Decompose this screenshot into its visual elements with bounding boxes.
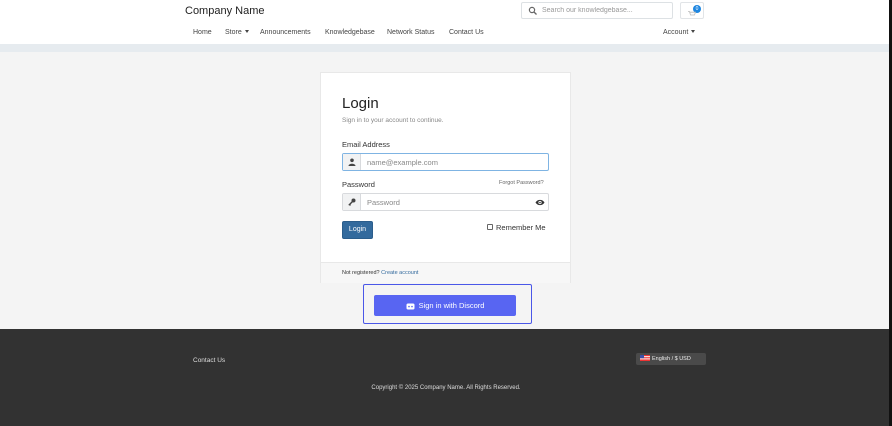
login-button[interactable]: Login — [342, 221, 373, 239]
page-title: Login — [342, 95, 379, 112]
footer-contact-link[interactable]: Contact Us — [193, 357, 225, 364]
language-label: English / $ USD — [652, 356, 691, 362]
email-label: Email Address — [342, 140, 390, 149]
password-input[interactable] — [367, 196, 527, 208]
register-prompt: Not registered? Create account — [342, 270, 418, 276]
header-divider — [0, 44, 892, 52]
brand-name[interactable]: Company Name — [185, 5, 264, 17]
cart-icon — [688, 11, 696, 16]
forgot-password-link[interactable]: Forgot Password? — [499, 180, 544, 186]
copyright-text: Copyright © 2025 Company Name. All Right… — [371, 385, 521, 391]
nav-item-label: Store — [225, 29, 242, 36]
checkbox-box[interactable] — [487, 224, 493, 230]
login-card: Login Sign in to your account to continu… — [320, 72, 571, 283]
nav-item-label: Home — [193, 29, 212, 36]
nav-item-label: Knowledgebase — [325, 29, 375, 36]
nav-item-home[interactable]: Home — [193, 29, 212, 36]
user-icon — [348, 158, 356, 166]
password-field[interactable] — [342, 193, 549, 211]
email-field[interactable] — [342, 153, 549, 171]
nav-item-account[interactable]: Account — [663, 29, 696, 36]
remember-me-checkbox[interactable]: Remember Me — [487, 223, 546, 232]
discord-icon — [406, 303, 415, 310]
nav-item-label: Contact Us — [449, 29, 484, 36]
register-prompt-text: Not registered? — [342, 270, 380, 276]
login-subtitle: Sign in to your account to continue. — [342, 117, 444, 124]
nav-item-knowledgebase[interactable]: Knowledgebase — [325, 29, 375, 36]
search-input[interactable] — [542, 4, 670, 17]
remember-me-label: Remember Me — [496, 223, 546, 232]
create-account-link[interactable]: Create account — [381, 270, 418, 276]
eye-icon[interactable] — [535, 199, 545, 206]
search-icon — [528, 6, 537, 15]
password-label: Password — [342, 180, 375, 189]
main-nav: Home Store Announcements Knowledgebase N… — [0, 26, 892, 40]
password-addon — [343, 194, 361, 210]
nav-item-label: Announcements — [260, 29, 311, 36]
nav-item-label: Network Status — [387, 29, 435, 36]
knowledgebase-search[interactable] — [521, 2, 673, 19]
key-icon — [348, 198, 356, 206]
nav-item-contact-us[interactable]: Contact Us — [449, 29, 484, 36]
discord-signin-button[interactable]: Sign in with Discord — [374, 295, 516, 316]
chevron-down-icon — [691, 30, 696, 33]
language-currency-button[interactable]: English / $ USD — [636, 353, 706, 365]
nav-item-label: Account — [663, 29, 689, 36]
us-flag-icon — [640, 355, 650, 361]
nav-item-network-status[interactable]: Network Status — [387, 29, 434, 36]
site-footer: Contact Us English / $ USD Copyright © 2… — [0, 329, 892, 426]
email-addon — [343, 154, 361, 170]
chevron-down-icon — [244, 30, 249, 33]
cart-button[interactable]: 0 — [680, 2, 704, 19]
discord-button-label: Sign in with Discord — [418, 301, 485, 310]
nav-item-store[interactable]: Store — [225, 29, 249, 36]
site-header: Company Name 0 Home Store Announcements … — [0, 0, 892, 44]
card-footer: Not registered? Create account — [321, 262, 570, 283]
email-input[interactable] — [367, 156, 527, 168]
nav-item-announcements[interactable]: Announcements — [260, 29, 311, 36]
